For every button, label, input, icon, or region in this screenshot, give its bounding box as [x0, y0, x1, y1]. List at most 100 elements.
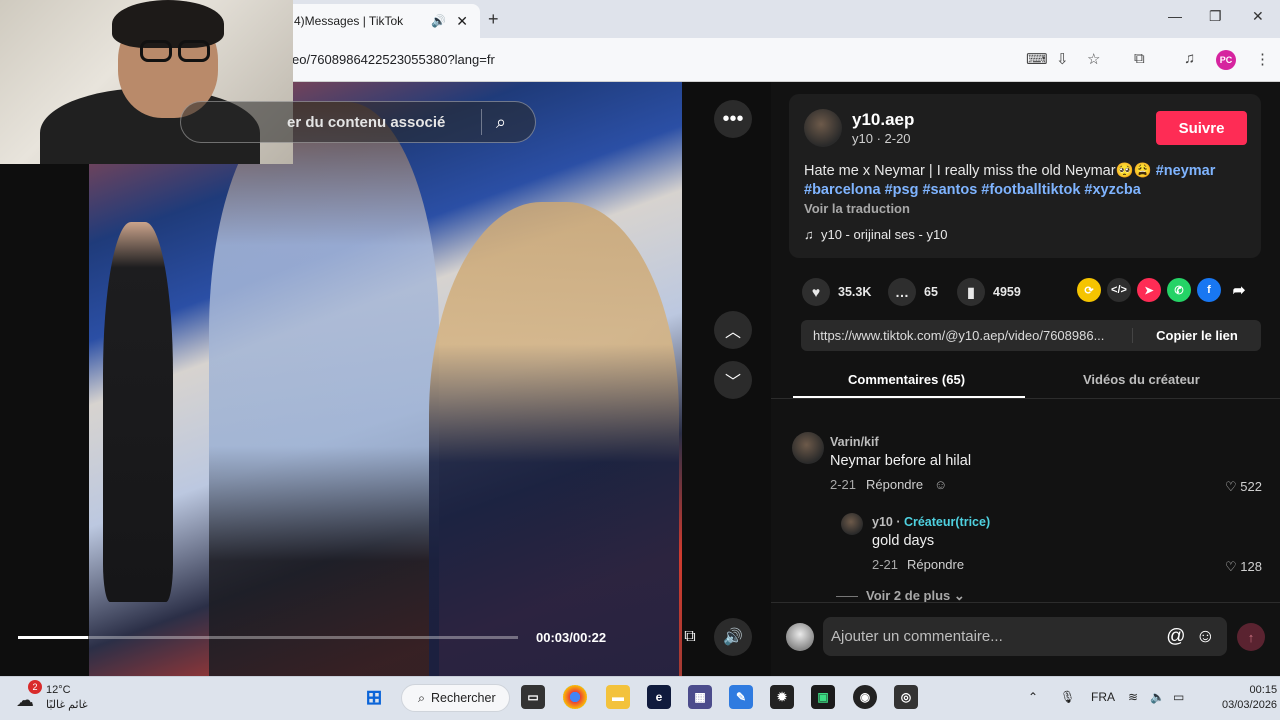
- wifi-icon[interactable]: ≋: [1128, 690, 1138, 704]
- emoji-icon[interactable]: ☺: [1196, 626, 1215, 648]
- recorder-icon[interactable]: ◎: [894, 685, 918, 709]
- clock-date: 03/03/2026: [1222, 699, 1278, 711]
- comment-author[interactable]: Varin/kif: [830, 435, 879, 449]
- translate-link[interactable]: Voir la traduction: [804, 201, 910, 216]
- previous-video-icon[interactable]: ︿: [714, 311, 752, 349]
- video-progress-bar[interactable]: [18, 636, 518, 639]
- video-link-url[interactable]: https://www.tiktok.com/@y10.aep/video/76…: [801, 328, 1133, 343]
- maximize-button[interactable]: ❐: [1209, 8, 1222, 25]
- close-tab-icon[interactable]: ✕: [456, 13, 468, 30]
- terminal-icon[interactable]: ▣: [811, 685, 835, 709]
- menu-icon[interactable]: ⋮: [1255, 50, 1270, 68]
- comment-stat[interactable]: … 65: [888, 278, 938, 306]
- speaker-tray-icon[interactable]: 🔈: [1150, 690, 1165, 704]
- windows-start-icon[interactable]: ⊞: [362, 685, 386, 709]
- author-avatar[interactable]: [804, 109, 842, 147]
- reply-author-line[interactable]: y10 · Créateur(trice): [872, 515, 990, 529]
- webcam-glasses-left: [140, 40, 172, 62]
- hashtag-line2[interactable]: #barcelona #psg #santos #footballtiktok …: [804, 182, 1141, 198]
- tab-comments[interactable]: Commentaires (65): [848, 372, 965, 387]
- clock[interactable]: 00:15 03/03/2026: [1222, 683, 1277, 713]
- related-search-bar[interactable]: er du contenu associé ⌕: [180, 101, 536, 143]
- comment-date: 2-21: [830, 477, 857, 492]
- save-stat[interactable]: ▮ 4959: [957, 278, 1021, 306]
- creator-badge: Créateur(trice): [903, 515, 991, 529]
- tab-creator-videos[interactable]: Vidéos du créateur: [1083, 372, 1200, 387]
- save-count: 4959: [993, 285, 1021, 299]
- battery-icon[interactable]: ▭: [1173, 690, 1184, 704]
- active-tab-indicator: [793, 396, 1025, 398]
- reply-text: gold days: [872, 533, 935, 549]
- extensions-icon[interactable]: ⧉: [1134, 50, 1145, 67]
- profile-avatar[interactable]: PC: [1216, 50, 1236, 70]
- reply-like-count: 128: [1240, 559, 1262, 574]
- language-indicator[interactable]: FRA: [1091, 690, 1115, 704]
- comment-like-count: 522: [1240, 479, 1262, 494]
- more-options-icon[interactable]: •••: [714, 100, 752, 138]
- send-to-friends-icon[interactable]: ➤: [1137, 278, 1161, 302]
- tab-separator: [771, 398, 1280, 399]
- bookmark-icon: ▮: [957, 278, 985, 306]
- send-comment-button[interactable]: ↑: [1237, 623, 1265, 651]
- media-control-icon[interactable]: ♫: [1184, 50, 1195, 67]
- music-title: y10 - orijinal ses - y10: [820, 227, 948, 242]
- embed-icon[interactable]: </>: [1107, 278, 1131, 302]
- like-stat[interactable]: ♥ 35.3K: [802, 278, 871, 306]
- close-window-button[interactable]: ✕: [1252, 8, 1264, 25]
- copy-link-button[interactable]: Copier le lien: [1133, 328, 1261, 343]
- task-view-icon[interactable]: ▭: [521, 685, 545, 709]
- browser-tab[interactable]: 4)Messages | TikTok 🔊 ✕: [280, 4, 480, 38]
- heart-outline-icon: ♡: [1225, 479, 1237, 494]
- hashtag-line1[interactable]: #neymar: [1156, 163, 1216, 179]
- screen: 4)Messages | TikTok 🔊 ✕ + — ❐ ✕ eo/76089…: [0, 0, 1280, 720]
- facebook-icon[interactable]: f: [1197, 278, 1221, 302]
- music-line[interactable]: ♫ y10 - orijinal ses - y10: [804, 227, 947, 242]
- next-video-icon[interactable]: ﹀: [714, 361, 752, 399]
- video-player[interactable]: [89, 82, 682, 676]
- pip-icon[interactable]: ⧉: [671, 618, 709, 656]
- reply-avatar[interactable]: [841, 513, 863, 535]
- image-app-icon[interactable]: ▦: [688, 685, 712, 709]
- author-username[interactable]: y10.aep: [852, 110, 914, 130]
- whatsapp-icon[interactable]: ✆: [1167, 278, 1191, 302]
- post-description: Hate me x Neymar | I really miss the old…: [804, 162, 1254, 200]
- comment-avatar[interactable]: [792, 432, 824, 464]
- file-explorer-icon[interactable]: ▬: [606, 685, 630, 709]
- chrome-icon[interactable]: [563, 685, 587, 709]
- weather-desc: غائم غالبًا: [46, 699, 88, 711]
- webcam-glasses-right: [178, 40, 210, 62]
- url-field[interactable]: eo/7608986422523055380?lang=fr: [292, 52, 495, 67]
- music-note-icon: ♫: [804, 227, 814, 242]
- new-tab-button[interactable]: +: [488, 9, 499, 30]
- comment-input[interactable]: Ajouter un commentaire... @ ☺: [823, 617, 1227, 656]
- bookmark-star-icon[interactable]: ☆: [1087, 50, 1100, 68]
- video-time: 00:03/00:22: [536, 630, 607, 645]
- volume-icon[interactable]: 🔊: [714, 618, 752, 656]
- share-arrow-icon[interactable]: ➦: [1227, 278, 1251, 302]
- repost-icon[interactable]: ⟳: [1077, 278, 1101, 302]
- translate-icon[interactable]: ⌨: [1026, 50, 1048, 68]
- reply-button[interactable]: Répondre: [866, 477, 923, 492]
- search-icon[interactable]: ⌕: [496, 112, 506, 133]
- game-app-icon[interactable]: e: [647, 685, 671, 709]
- related-search-text: er du contenu associé: [287, 113, 446, 131]
- clock-time: 00:15: [1249, 684, 1278, 696]
- microphone-icon[interactable]: 🎙: [1060, 690, 1075, 704]
- taskbar-search[interactable]: ⌕ Rechercher: [401, 684, 510, 712]
- obs-icon[interactable]: ◉: [853, 685, 877, 709]
- tray-chevron-icon[interactable]: ⌃: [1028, 690, 1038, 704]
- install-app-icon[interactable]: ⇩: [1056, 50, 1069, 68]
- reply-reply-button[interactable]: Répondre: [907, 557, 964, 572]
- minimize-button[interactable]: —: [1168, 8, 1182, 24]
- mention-icon[interactable]: @: [1166, 626, 1185, 648]
- reply-like[interactable]: ♡ 128: [1225, 559, 1262, 575]
- speaker-icon[interactable]: 🔊: [431, 14, 446, 28]
- edit-app-icon[interactable]: ✎: [729, 685, 753, 709]
- comment-placeholder: Ajouter un commentaire...: [831, 628, 1003, 645]
- view-more-label: Voir 2 de plus: [866, 588, 951, 603]
- comment-like[interactable]: ♡ 522: [1225, 479, 1262, 495]
- tab-title: 4)Messages | TikTok: [294, 14, 404, 28]
- reply-author: y10 ·: [872, 515, 904, 529]
- follow-button[interactable]: Suivre: [1156, 111, 1247, 145]
- settings-app-icon[interactable]: ✹: [770, 685, 794, 709]
